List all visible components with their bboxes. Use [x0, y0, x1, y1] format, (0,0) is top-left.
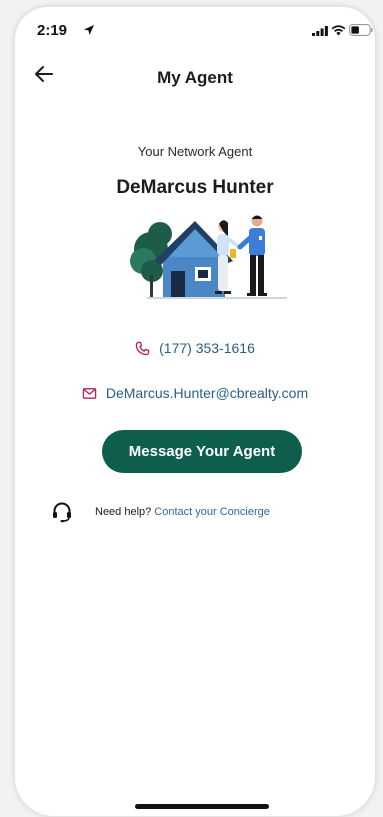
- battery-icon: [349, 24, 373, 36]
- screen-background: 2:19 My Agent Your Network Agent DeMarcu…: [0, 0, 383, 817]
- headset-icon: [53, 502, 71, 523]
- contact-concierge-link[interactable]: Contact your Concierge: [154, 506, 270, 518]
- location-arrow-icon: [84, 25, 94, 35]
- cellular-signal-icon: [312, 26, 328, 36]
- status-time: 2:19: [37, 22, 68, 39]
- home-indicator[interactable]: [135, 804, 269, 809]
- agent-role-label: Your Network Agent: [137, 144, 253, 159]
- status-bar: 2:19: [15, 7, 375, 53]
- agent-name: DeMarcus Hunter: [116, 177, 274, 198]
- agent-phone-link[interactable]: (177) 353-1616: [159, 340, 255, 356]
- envelope-icon: [82, 387, 97, 399]
- phone-frame: 2:19 My Agent Your Network Agent DeMarcu…: [14, 6, 376, 817]
- page-title: My Agent: [157, 68, 233, 87]
- agent-email-link[interactable]: DeMarcus.Hunter@cbrealty.com: [106, 385, 308, 401]
- help-row: Need help? Contact your Concierge: [51, 500, 270, 524]
- help-text: Need help?: [95, 506, 152, 518]
- agent-email-row[interactable]: DeMarcus.Hunter@cbrealty.com: [15, 385, 375, 401]
- message-agent-button[interactable]: Message Your Agent: [102, 430, 302, 473]
- agent-handshake-illustration: [130, 215, 287, 299]
- phone-icon: [135, 341, 150, 355]
- wifi-icon: [331, 25, 346, 36]
- agent-phone-row[interactable]: (177) 353-1616: [15, 340, 375, 356]
